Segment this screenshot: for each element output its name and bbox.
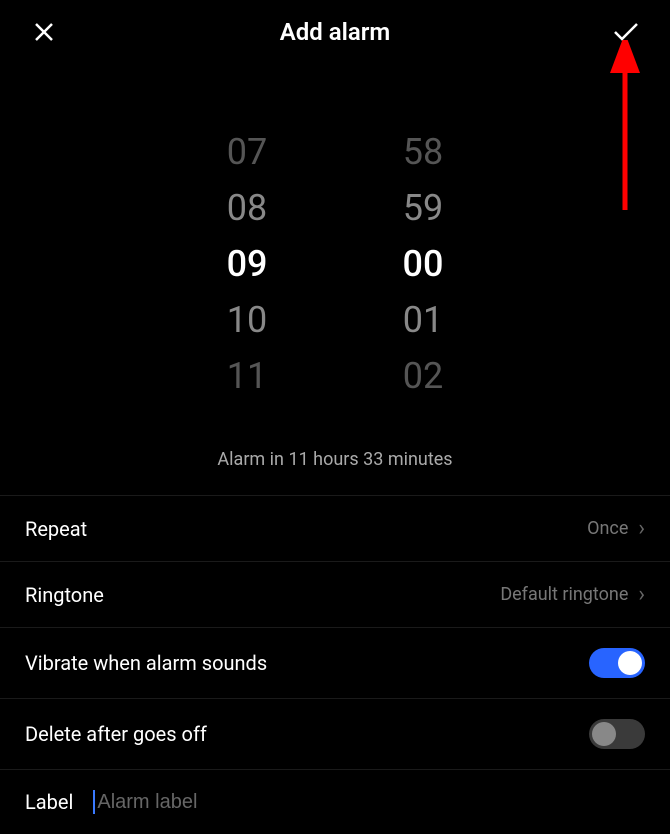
chevron-right-icon: › [638,516,645,541]
minute-option[interactable]: 58 [403,124,443,180]
minute-picker[interactable]: 58 59 00 01 02 [403,124,444,404]
repeat-value: Once [587,518,628,539]
hour-picker[interactable]: 07 08 09 10 11 [227,124,268,404]
hour-option[interactable]: 10 [227,292,267,348]
minute-option[interactable]: 01 [403,292,443,348]
minute-option[interactable]: 59 [403,180,443,236]
delete-after-toggle[interactable] [589,719,645,749]
alarm-label-input[interactable] [97,791,645,814]
hour-option[interactable]: 08 [227,180,267,236]
text-cursor [93,790,95,814]
toggle-knob [618,651,642,675]
settings-list: Repeat Once › Ringtone Default ringtone … [0,495,670,834]
alarm-countdown: Alarm in 11 hours 33 minutes [0,434,670,495]
delete-after-row: Delete after goes off [0,699,670,770]
ringtone-value: Default ringtone [500,584,628,605]
hour-selected[interactable]: 09 [227,236,268,292]
repeat-label: Repeat [25,517,87,541]
repeat-row[interactable]: Repeat Once › [0,496,670,562]
label-row: Label [0,770,670,834]
hour-option[interactable]: 11 [227,348,267,404]
ringtone-label: Ringtone [25,583,104,607]
ringtone-row[interactable]: Ringtone Default ringtone › [0,562,670,628]
close-icon [32,20,56,44]
confirm-button[interactable] [612,18,640,46]
time-picker: 07 08 09 10 11 58 59 00 01 02 [0,64,670,434]
minute-selected[interactable]: 00 [403,236,444,292]
check-icon [612,22,640,42]
page-title: Add alarm [280,18,391,46]
close-button[interactable] [30,18,58,46]
label-field-label: Label [25,790,73,814]
chevron-right-icon: › [638,582,645,607]
toggle-knob [592,722,616,746]
delete-after-label: Delete after goes off [25,722,207,746]
vibrate-row: Vibrate when alarm sounds [0,628,670,699]
vibrate-label: Vibrate when alarm sounds [25,651,267,675]
minute-option[interactable]: 02 [403,348,443,404]
vibrate-toggle[interactable] [589,648,645,678]
hour-option[interactable]: 07 [227,124,267,180]
